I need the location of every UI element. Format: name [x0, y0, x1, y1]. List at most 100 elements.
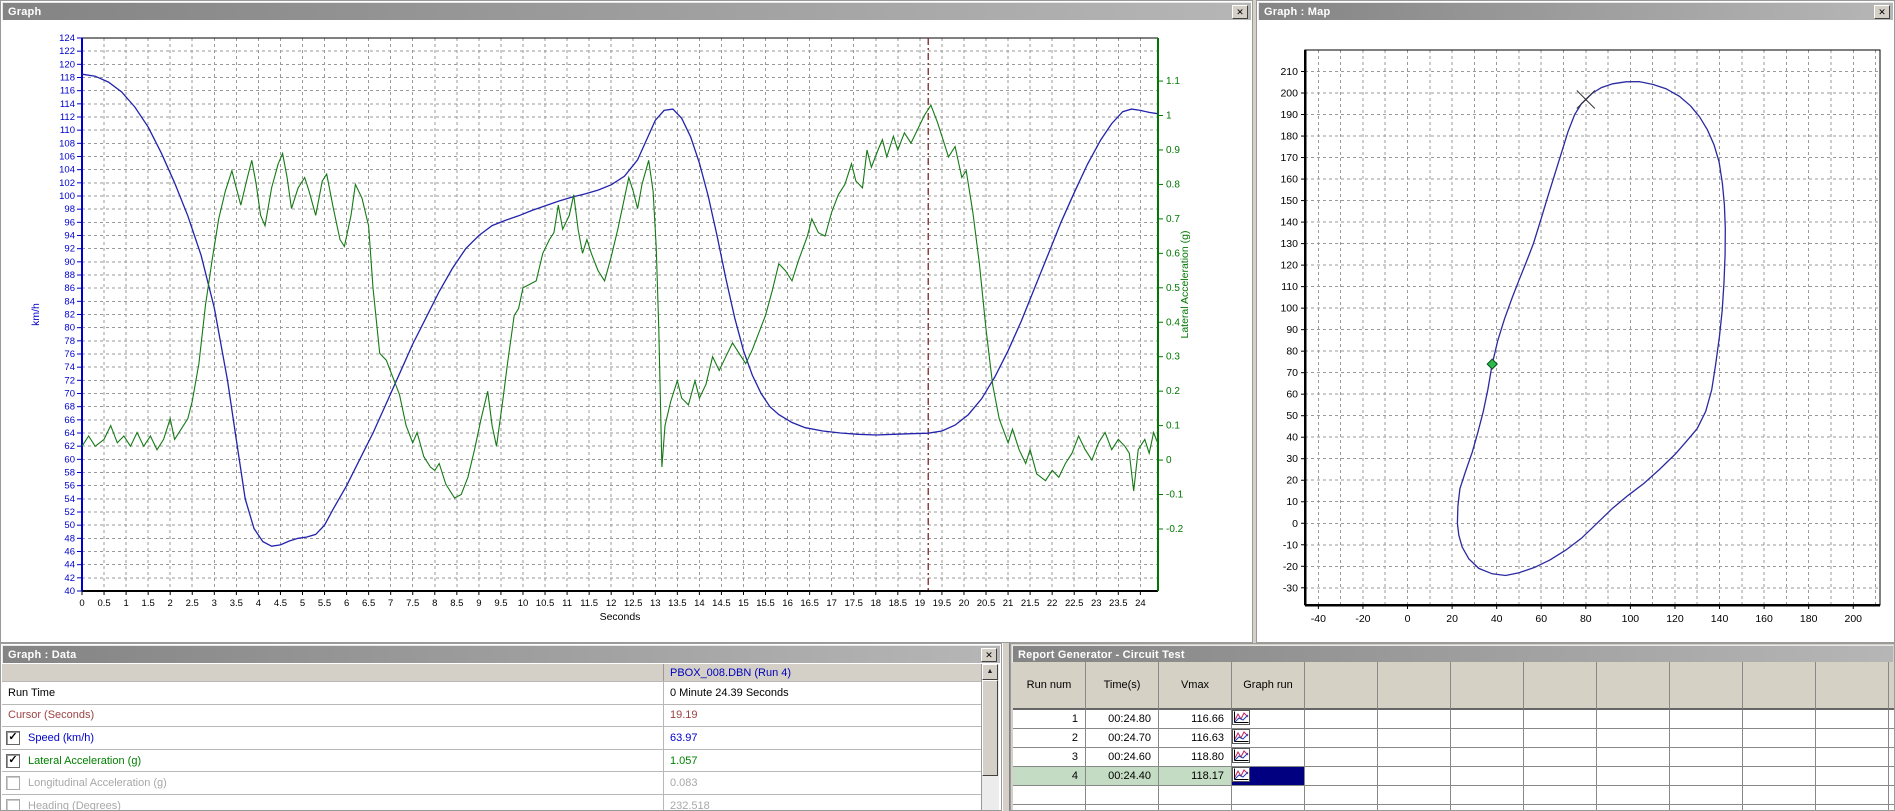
report-empty-cell[interactable] [1524, 710, 1597, 729]
report-column-header-empty[interactable] [1670, 662, 1743, 710]
vmax-cell[interactable]: 118.80 [1159, 748, 1232, 767]
run-file-header[interactable]: PBOX_008.DBN (Run 4) [664, 664, 981, 681]
report-empty-cell[interactable] [1305, 710, 1378, 729]
report-empty-cell[interactable] [1305, 767, 1378, 786]
report-empty-cell[interactable] [1524, 786, 1597, 805]
time-cell[interactable]: 00:24.60 [1086, 748, 1159, 767]
report-empty-cell[interactable] [1159, 786, 1232, 805]
report-empty-cell[interactable] [1597, 729, 1670, 748]
report-column-header-empty[interactable] [1889, 662, 1894, 710]
report-column-header-empty[interactable] [1524, 662, 1597, 710]
report-empty-cell[interactable] [1305, 729, 1378, 748]
report-empty-cell[interactable] [1889, 748, 1894, 767]
report-empty-cell[interactable] [1889, 786, 1894, 805]
report-panel-titlebar[interactable]: Report Generator - Circuit Test [1012, 645, 1893, 663]
speed-lateral-chart[interactable]: 4042444648505254565860626466687072747678… [1, 21, 1252, 643]
report-empty-cell[interactable] [1013, 805, 1086, 810]
report-empty-cell[interactable] [1451, 805, 1524, 810]
channel-checkbox[interactable]: ✓ [6, 754, 20, 768]
report-empty-cell[interactable] [1524, 767, 1597, 786]
map-panel-titlebar[interactable]: Graph : Map ✕ [1258, 2, 1893, 20]
time-cell[interactable]: 00:24.70 [1086, 729, 1159, 748]
graph-run-cell[interactable] [1232, 710, 1305, 729]
time-cell[interactable]: 00:24.40 [1086, 767, 1159, 786]
report-empty-cell[interactable] [1816, 767, 1889, 786]
report-empty-cell[interactable] [1232, 786, 1305, 805]
report-empty-cell[interactable] [1670, 710, 1743, 729]
report-empty-cell[interactable] [1597, 767, 1670, 786]
report-empty-cell[interactable] [1670, 786, 1743, 805]
report-column-header-empty[interactable] [1305, 662, 1378, 710]
run-num-cell[interactable]: 4 [1013, 767, 1086, 786]
report-empty-cell[interactable] [1743, 767, 1816, 786]
graph-run-cell[interactable] [1232, 748, 1305, 767]
report-empty-cell[interactable] [1743, 805, 1816, 810]
report-empty-cell[interactable] [1889, 729, 1894, 748]
scroll-up-icon[interactable]: ▲ [982, 664, 998, 680]
report-empty-cell[interactable] [1378, 786, 1451, 805]
report-empty-cell[interactable] [1305, 805, 1378, 810]
report-empty-cell[interactable] [1597, 748, 1670, 767]
report-empty-cell[interactable] [1670, 767, 1743, 786]
report-empty-cell[interactable] [1013, 786, 1086, 805]
channel-checkbox[interactable]: ✓ [6, 731, 20, 745]
report-empty-cell[interactable] [1816, 710, 1889, 729]
report-empty-cell[interactable] [1816, 729, 1889, 748]
report-column-header-empty[interactable] [1743, 662, 1816, 710]
report-empty-cell[interactable] [1597, 710, 1670, 729]
report-empty-cell[interactable] [1378, 767, 1451, 786]
report-empty-cell[interactable] [1670, 729, 1743, 748]
report-empty-cell[interactable] [1378, 748, 1451, 767]
report-empty-cell[interactable] [1451, 710, 1524, 729]
graph-run-cell[interactable] [1232, 767, 1305, 786]
report-empty-cell[interactable] [1597, 805, 1670, 810]
report-empty-cell[interactable] [1889, 767, 1894, 786]
report-empty-cell[interactable] [1159, 805, 1232, 810]
report-empty-cell[interactable] [1378, 805, 1451, 810]
scrollbar-thumb[interactable] [982, 680, 998, 776]
report-empty-cell[interactable] [1670, 805, 1743, 810]
report-empty-cell[interactable] [1086, 805, 1159, 810]
report-empty-cell[interactable] [1597, 786, 1670, 805]
report-empty-cell[interactable] [1451, 748, 1524, 767]
report-column-header-empty[interactable] [1378, 662, 1451, 710]
close-icon[interactable]: ✕ [1874, 5, 1890, 19]
report-column-header[interactable]: Run num [1013, 662, 1086, 710]
report-column-header[interactable]: Vmax [1159, 662, 1232, 710]
report-column-header-empty[interactable] [1816, 662, 1889, 710]
vmax-cell[interactable]: 116.66 [1159, 710, 1232, 729]
report-column-header[interactable]: Graph run [1232, 662, 1305, 710]
report-empty-cell[interactable] [1232, 805, 1305, 810]
report-empty-cell[interactable] [1451, 767, 1524, 786]
channel-checkbox[interactable] [6, 799, 20, 810]
channel-checkbox[interactable] [6, 776, 20, 790]
run-num-cell[interactable]: 2 [1013, 729, 1086, 748]
report-empty-cell[interactable] [1451, 729, 1524, 748]
graph-panel-titlebar[interactable]: Graph ✕ [2, 2, 1251, 20]
report-empty-cell[interactable] [1743, 786, 1816, 805]
report-empty-cell[interactable] [1524, 729, 1597, 748]
report-column-header-empty[interactable] [1597, 662, 1670, 710]
report-empty-cell[interactable] [1086, 786, 1159, 805]
report-empty-cell[interactable] [1816, 805, 1889, 810]
report-empty-cell[interactable] [1378, 710, 1451, 729]
report-empty-cell[interactable] [1816, 786, 1889, 805]
close-icon[interactable]: ✕ [981, 648, 997, 662]
report-empty-cell[interactable] [1451, 786, 1524, 805]
report-column-header-empty[interactable] [1451, 662, 1524, 710]
data-panel-titlebar[interactable]: Graph : Data ✕ [2, 645, 1000, 663]
report-empty-cell[interactable] [1524, 805, 1597, 810]
vmax-cell[interactable]: 116.63 [1159, 729, 1232, 748]
report-empty-cell[interactable] [1305, 786, 1378, 805]
report-empty-cell[interactable] [1816, 748, 1889, 767]
vmax-cell[interactable]: 118.17 [1159, 767, 1232, 786]
close-icon[interactable]: ✕ [1232, 5, 1248, 19]
report-empty-cell[interactable] [1889, 805, 1894, 810]
time-cell[interactable]: 00:24.80 [1086, 710, 1159, 729]
report-empty-cell[interactable] [1524, 748, 1597, 767]
report-empty-cell[interactable] [1305, 748, 1378, 767]
report-empty-cell[interactable] [1378, 729, 1451, 748]
report-empty-cell[interactable] [1743, 710, 1816, 729]
track-map-chart[interactable]: -30-20-100102030405060708090100110120130… [1257, 21, 1894, 643]
report-empty-cell[interactable] [1889, 710, 1894, 729]
